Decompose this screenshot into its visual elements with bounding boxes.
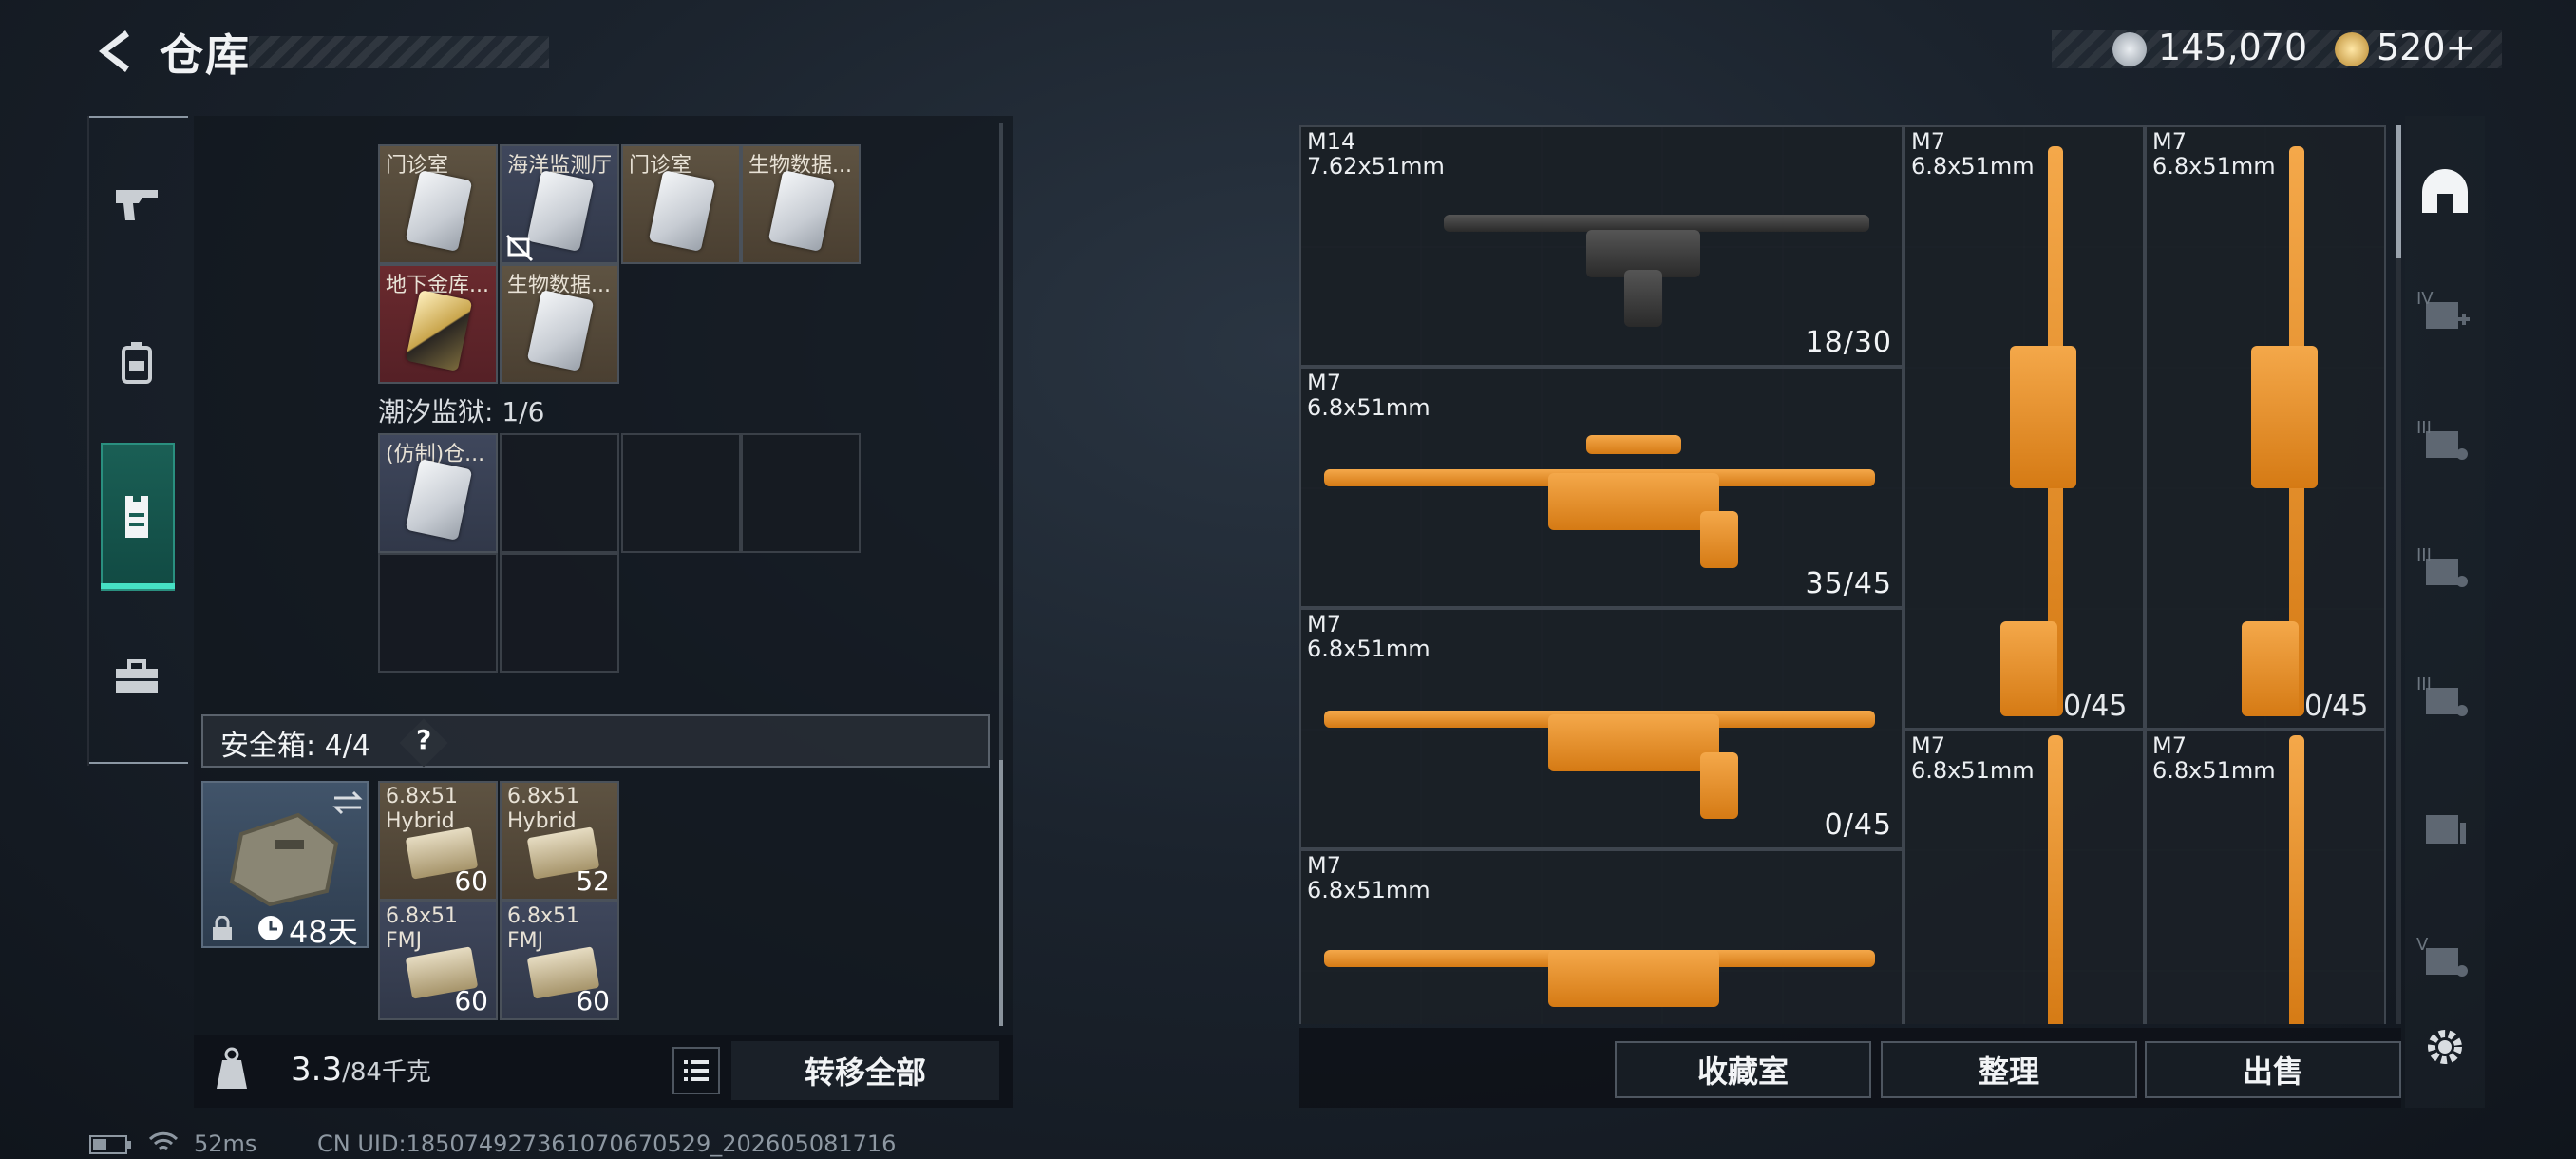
- ammo-item[interactable]: 6.8x51 Hybrid 52: [500, 781, 619, 901]
- weapon-ammo-count: 0/45: [2063, 690, 2128, 723]
- user-uid: CN UID:1850749273610706705​29_2026050817…: [317, 1130, 897, 1157]
- container-cell[interactable]: 地下金库...: [378, 264, 498, 384]
- tier-iii-icon[interactable]: III: [2413, 538, 2477, 602]
- swap-icon[interactable]: [331, 788, 365, 817]
- organize-button[interactable]: 整理: [1881, 1041, 2137, 1098]
- weapon-ammo-count: 0/45: [2304, 690, 2369, 723]
- list-view-button[interactable]: [672, 1047, 720, 1094]
- empty-slot[interactable]: [378, 553, 498, 673]
- gold-coin-icon: [2335, 32, 2369, 66]
- safe-box-duration: 48天: [289, 914, 358, 950]
- weapon-item[interactable]: M7 6.8x51mm: [1904, 125, 2145, 730]
- weapon-item[interactable]: M14 7.62x51mm 18/30: [1299, 125, 1904, 367]
- lock-icon: [213, 916, 232, 940]
- stash-scrollbar-thumb[interactable]: [2396, 125, 2401, 258]
- back-arrow-icon[interactable]: [87, 25, 141, 78]
- rail-divider-bottom: [89, 762, 188, 764]
- container-cell[interactable]: (仿制)仓...: [378, 433, 498, 553]
- helmet-filter-icon[interactable]: [2413, 160, 2477, 224]
- keycard-icon: [767, 170, 836, 252]
- container-cell[interactable]: 门诊室: [378, 144, 498, 264]
- tier-iii-icon[interactable]: III: [2413, 667, 2477, 732]
- keycard-icon: [526, 170, 595, 252]
- transfer-all-button[interactable]: 转移全部: [731, 1049, 999, 1092]
- weapon-item[interactable]: M7 6.8x51mm: [1299, 849, 1904, 1024]
- tier-iv-icon[interactable]: IV: [2413, 281, 2477, 346]
- safe-box-slot[interactable]: 48天: [201, 781, 369, 950]
- container-scrollbar-thumb[interactable]: [999, 760, 1003, 1026]
- weight-icon: [217, 1047, 247, 1089]
- container-cell[interactable]: 门诊室: [621, 144, 741, 264]
- silver-amount: 145,070: [2158, 27, 2308, 68]
- battery-icon: [89, 1135, 131, 1154]
- disabled-icon: [505, 234, 534, 262]
- sell-button[interactable]: 出售: [2145, 1041, 2401, 1098]
- empty-slot[interactable]: [500, 433, 619, 553]
- keycard-icon: [648, 170, 716, 252]
- tier-v-icon[interactable]: V: [2413, 927, 2477, 992]
- folder-filter-icon[interactable]: [2413, 796, 2477, 861]
- weapon-item[interactable]: M7 6.8x51mm: [1904, 730, 2145, 1024]
- settings-gear-icon[interactable]: [2413, 1015, 2477, 1079]
- help-icon[interactable]: ?: [416, 724, 431, 755]
- carry-weight: 3.3/84千克: [291, 1051, 431, 1089]
- ammo-item[interactable]: 6.8x51 Hybrid 60: [378, 781, 498, 901]
- ammo-item[interactable]: 6.8x51 FMJ 60: [500, 901, 619, 1020]
- collection-room-button[interactable]: 收藏室: [1615, 1041, 1871, 1098]
- container-cell[interactable]: 生物数据...: [500, 264, 619, 384]
- weapon-item[interactable]: M7 6.8x51mm 35/45: [1299, 367, 1904, 608]
- gold-amount[interactable]: 520+: [2377, 27, 2475, 68]
- stash-grid: M14 7.62x51mm 18/30 M7 6.8x51mm M7 6.8x51mm…: [1299, 125, 2386, 1024]
- empty-slot[interactable]: [621, 433, 741, 553]
- armor-vest-icon[interactable]: [103, 483, 171, 551]
- weapon-item[interactable]: M7 6.8x51mm: [2145, 730, 2386, 1024]
- title-decoration: [249, 36, 549, 68]
- safe-case-icon: [229, 812, 339, 907]
- list-icon: [684, 1060, 709, 1081]
- tier-iii-icon[interactable]: III: [2413, 410, 2477, 475]
- silver-coin-icon: [2112, 32, 2147, 66]
- wifi-icon: [148, 1131, 179, 1150]
- tide-prison-label: 潮汐监狱: 1/6: [378, 396, 545, 428]
- clock-icon: [258, 916, 283, 940]
- keycard-icon: [526, 290, 595, 371]
- rifle-icon: [2289, 735, 2304, 1024]
- backpack-icon[interactable]: [103, 329, 171, 397]
- empty-slot[interactable]: [741, 433, 861, 553]
- active-indicator: [101, 583, 175, 589]
- page-title: 仓库: [160, 29, 251, 81]
- ammo-item[interactable]: 6.8x51 FMJ 60: [378, 901, 498, 1020]
- keycard-icon: [405, 459, 473, 541]
- empty-slot[interactable]: [500, 553, 619, 673]
- rail-divider-top: [89, 116, 188, 118]
- keycard-icon: [405, 170, 473, 252]
- gold-keycard-icon: [405, 290, 473, 371]
- container-cell[interactable]: 海洋监测厅: [500, 144, 619, 264]
- weapon-item[interactable]: M7 6.8x51mm: [2145, 125, 2386, 730]
- rifle-icon: [2048, 735, 2063, 1024]
- toolbox-icon[interactable]: [103, 642, 171, 711]
- weapon-item[interactable]: M7 6.8x51mm 0/45: [1299, 608, 1904, 849]
- gun-icon[interactable]: [103, 169, 171, 238]
- safe-box-label: 安全箱: 4/4: [220, 730, 370, 763]
- stash-scrollbar[interactable]: [2396, 125, 2401, 1024]
- container-cell[interactable]: 生物数据...: [741, 144, 861, 264]
- ping-readout: 52ms: [194, 1130, 257, 1157]
